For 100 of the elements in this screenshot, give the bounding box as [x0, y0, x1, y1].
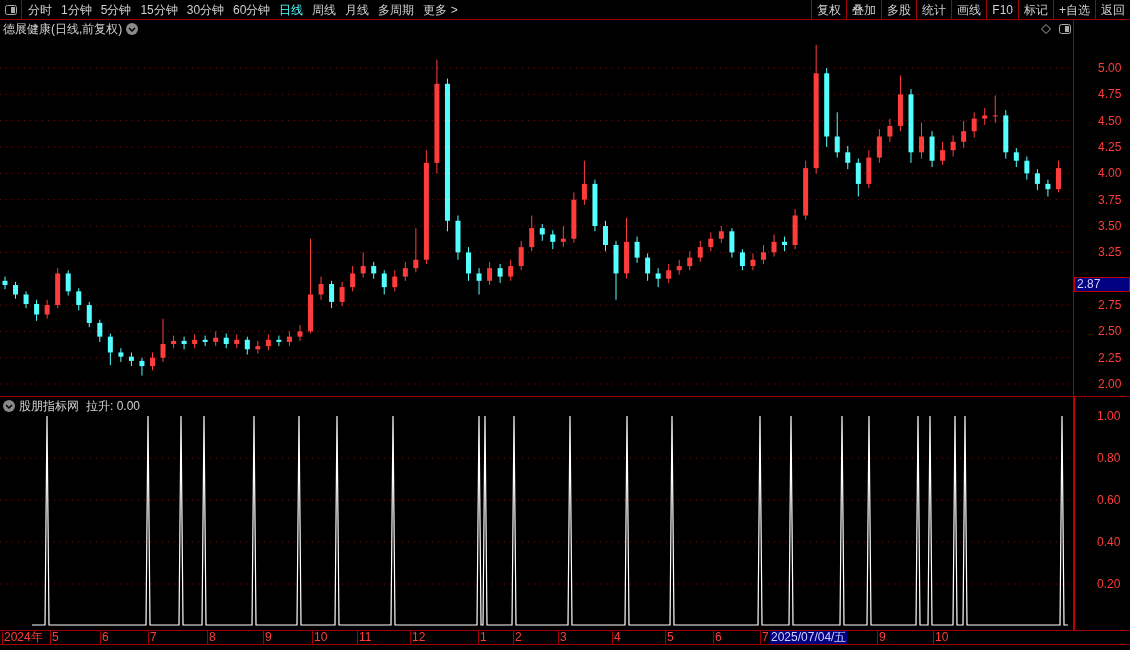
period-tab[interactable]: 15分钟 [140, 0, 178, 19]
candle [676, 259, 682, 275]
toolbar-button[interactable]: 复权 [811, 0, 847, 19]
candle [265, 334, 271, 351]
candle [329, 280, 335, 309]
candle [571, 191, 577, 244]
candle [792, 208, 798, 250]
toolbar-button[interactable]: 返回 [1095, 0, 1130, 19]
toolbar-button[interactable]: 叠加 [846, 0, 882, 19]
candle [961, 120, 967, 149]
toolbar-button[interactable]: 画线 [951, 0, 987, 19]
price-axis-label: 4.50 [1098, 114, 1122, 127]
candle [940, 141, 946, 166]
period-tab[interactable]: 周线 [312, 0, 337, 19]
chart-title: 德展健康(日线,前复权) [3, 21, 123, 38]
price-axis-label: 4.75 [1098, 88, 1122, 101]
candle [666, 263, 672, 284]
diamond-icon[interactable] [1041, 24, 1051, 34]
candle [592, 179, 598, 232]
candle [887, 118, 893, 143]
panel-toggle-icon[interactable] [1059, 24, 1071, 34]
toolbar-button[interactable]: +自选 [1053, 0, 1095, 19]
toolbar-button[interactable]: F10 [986, 0, 1018, 19]
toolbar-button[interactable]: 标记 [1018, 0, 1053, 19]
candle [360, 251, 366, 279]
price-axis-label: 2.00 [1098, 378, 1122, 391]
date-axis-label: 10 [933, 631, 949, 644]
date-axis-label: 8 [207, 631, 216, 644]
date-axis-label: 11 [357, 631, 372, 644]
candle [244, 336, 250, 356]
date-axis-label: 12 [410, 631, 426, 644]
candle [1003, 109, 1009, 160]
date-axis-label: 7 [148, 631, 157, 644]
candle [381, 269, 387, 295]
price-axis-label: 2.50 [1098, 325, 1122, 338]
date-axis-label: 5 [665, 631, 674, 644]
candle [150, 351, 155, 371]
date-axis-label: 3 [558, 631, 567, 644]
candle [65, 269, 71, 297]
candle [739, 248, 745, 271]
price-axis-label: 4.00 [1098, 167, 1122, 180]
price-axis-label: 2.75 [1098, 299, 1122, 312]
candle [192, 334, 198, 349]
indicator-reading: 拉升: 0.00 [86, 397, 141, 415]
candle [297, 324, 303, 342]
candle [718, 225, 724, 244]
candle [655, 267, 661, 288]
indicator-axis-label: 0.60 [1097, 494, 1121, 506]
candle [929, 130, 935, 168]
toolbar-button[interactable]: 多股 [881, 0, 917, 19]
candle [13, 281, 19, 300]
candle [86, 301, 92, 328]
candle [803, 160, 809, 221]
candle [876, 128, 882, 164]
candle [160, 318, 166, 363]
dropdown-icon[interactable] [3, 399, 15, 412]
date-axis-label: 6 [100, 631, 109, 644]
period-tab[interactable]: 月线 [345, 0, 370, 19]
current-price-tag: 2.87 [1074, 277, 1130, 292]
candle [202, 335, 208, 347]
candle [697, 240, 703, 263]
price-axis-label: 3.25 [1098, 246, 1122, 259]
panel-toggle-icon[interactable] [4, 4, 17, 15]
candle [339, 281, 345, 307]
candle [550, 229, 556, 250]
date-axis-label: 1 [478, 631, 487, 644]
dropdown-icon[interactable] [126, 23, 139, 35]
candle [55, 267, 61, 309]
candle [834, 111, 840, 159]
candle [276, 335, 282, 347]
candle [771, 233, 777, 258]
candle [518, 240, 524, 271]
period-tab[interactable]: 30分钟 [186, 0, 225, 19]
period-tab[interactable]: 分时 [28, 0, 52, 19]
period-tab[interactable]: 60分钟 [233, 0, 271, 19]
candle [624, 217, 630, 280]
candle [1055, 160, 1061, 193]
candle [1045, 179, 1051, 198]
toolbar-button[interactable]: 统计 [916, 0, 952, 19]
candle [982, 107, 988, 126]
candle [708, 231, 714, 252]
candle [729, 227, 735, 259]
candle [992, 94, 998, 124]
period-tab[interactable]: 5分钟 [100, 0, 132, 19]
candle [613, 240, 619, 301]
indicator-name: 股朋指标网 [19, 397, 79, 415]
period-tab[interactable]: 多周期 [378, 0, 415, 19]
period-tab[interactable]: 日线 [279, 0, 304, 19]
period-tab[interactable]: 1分钟 [61, 0, 92, 19]
candle [413, 227, 419, 273]
candle [476, 267, 482, 295]
candle [171, 335, 177, 349]
candle [634, 236, 640, 264]
price-axis-label: 3.50 [1098, 220, 1122, 233]
candle [213, 330, 219, 347]
more-button[interactable]: 更多 > [423, 0, 458, 19]
candle [34, 299, 40, 322]
candle [455, 215, 461, 261]
candle [529, 215, 535, 252]
date-axis-label: 7 [760, 631, 769, 644]
